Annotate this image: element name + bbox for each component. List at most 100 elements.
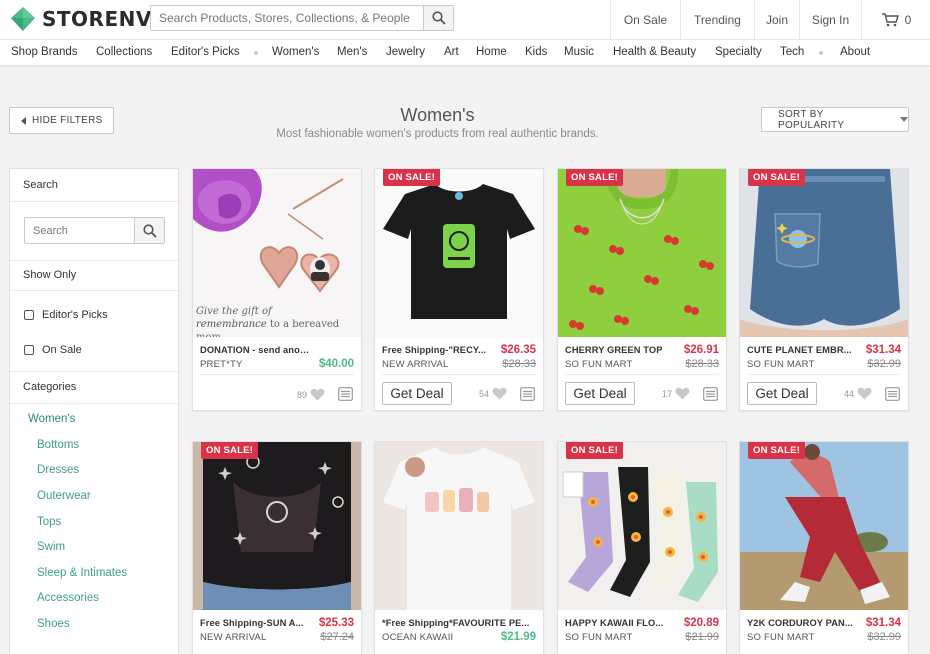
divider [10,260,178,261]
get-deal-button[interactable]: Get Deal [565,382,635,405]
product-shop[interactable]: NEW ARRIVAL [200,632,266,643]
category-nav: Shop Brands Collections Editor's Picks W… [0,40,930,66]
filter-on-sale[interactable]: On Sale [24,344,82,356]
product-name[interactable]: HAPPY KAWAII FLO... [565,618,677,628]
product-name[interactable]: CHERRY GREEN TOP [565,345,677,355]
product-card[interactable]: *Free Shipping*FAVOURITE PE... OCEAN KAW… [374,441,544,654]
site-search-button[interactable] [423,6,453,30]
product-image[interactable]: ON SALE! [740,169,908,337]
subcategory-shoes[interactable]: Shoes [37,618,70,630]
catnav-collections[interactable]: Collections [96,46,152,58]
product-shop[interactable]: SO FUN MART [747,359,814,370]
storenvy-logo[interactable]: STORENVY [10,6,167,32]
site-search-input[interactable] [151,6,423,30]
add-to-list-icon[interactable] [338,387,353,401]
get-deal-button[interactable]: Get Deal [382,382,452,405]
product-shop[interactable]: OCEAN KAWAII [382,632,453,643]
subcategory-bottoms[interactable]: Bottoms [37,439,79,451]
original-price: $28.33 [685,358,719,370]
product-price: $21.99 [500,631,536,643]
product-image[interactable]: ON SALE! [193,442,361,610]
subcategory-sleep-intimates[interactable]: Sleep & Intimates [37,567,127,579]
product-card[interactable]: ON SALE! CUTE PLANET EMBR... $31.34 SO F… [739,168,909,411]
product-image[interactable]: ON SALE! [558,442,726,610]
catnav-editors-picks[interactable]: Editor's Picks [171,46,240,58]
nav-trending[interactable]: Trending [680,0,754,39]
product-shop[interactable]: SO FUN MART [565,632,632,643]
checkbox[interactable] [24,345,34,355]
catnav-shop-brands[interactable]: Shop Brands [11,46,78,58]
like-button[interactable]: 89 [297,388,325,401]
product-card[interactable]: Give the gift of remembrance to a bereav… [192,168,362,411]
product-image[interactable]: ON SALE! [740,442,908,610]
product-card[interactable]: ON SALE! HAPPY KAWAII FLO... $20.89 SO F… [557,441,727,654]
like-button[interactable]: 54 [479,387,507,400]
product-card[interactable]: ON SALE! CHERRY GREEN TOP $26.91 SO FUN … [557,168,727,411]
catnav-about[interactable]: About [840,46,870,58]
subcategory-outerwear[interactable]: Outerwear [37,490,91,502]
catnav-separator [819,51,823,55]
catnav-specialty[interactable]: Specialty [715,46,762,58]
original-price: $32.99 [867,631,901,643]
like-button[interactable]: 44 [844,387,872,400]
top-nav: On Sale Trending Join Sign In 0 [610,0,930,39]
catnav-art[interactable]: Art [444,46,459,58]
get-deal-button[interactable]: Get Deal [747,382,817,405]
product-shop[interactable]: NEW ARRIVAL [382,359,448,370]
product-name[interactable]: *Free Shipping*FAVOURITE PE... [382,618,532,628]
product-card[interactable]: ON SALE! Free Shipping-"RECY... $26.35 N… [374,168,544,411]
product-card[interactable]: ON SALE! Free Shipping-SUN A... $25.33 N… [192,441,362,654]
product-image[interactable]: ON SALE! [375,169,543,337]
add-to-list-icon[interactable] [520,387,535,401]
product-image[interactable]: Give the gift of remembrance to a bereav… [193,169,361,337]
nav-join[interactable]: Join [754,0,799,39]
product-name[interactable]: Y2K CORDUROY PAN... [747,618,859,628]
mesh-top-image [193,442,361,610]
product-image[interactable]: ON SALE! [558,169,726,337]
cart-button[interactable]: 0 [861,0,930,39]
product-shop[interactable]: SO FUN MART [565,359,632,370]
filter-editors-picks[interactable]: Editor's Picks [24,309,108,321]
catnav-jewelry[interactable]: Jewelry [386,46,425,58]
sidebar-search-button[interactable] [134,218,164,243]
category-womens[interactable]: Women's [28,413,75,425]
catnav-home[interactable]: Home [476,46,507,58]
subcategory-accessories[interactable]: Accessories [37,592,99,604]
product-image[interactable] [375,442,543,610]
subcategory-tops[interactable]: Tops [37,516,61,528]
product-name[interactable]: CUTE PLANET EMBR... [747,345,859,355]
catnav-tech[interactable]: Tech [780,46,804,58]
catnav-health-beauty[interactable]: Health & Beauty [613,46,696,58]
sidebar-search-heading: Search [23,179,58,191]
like-count: 54 [478,388,489,399]
like-button[interactable]: 17 [662,387,690,400]
nav-sign-in[interactable]: Sign In [799,0,861,39]
divider [10,371,178,372]
product-shop[interactable]: SO FUN MART [747,632,814,643]
image-caption: Give the gift of remembrance to a bereav… [196,305,361,337]
catnav-music[interactable]: Music [564,46,594,58]
catnav-kids[interactable]: Kids [525,46,547,58]
product-name[interactable]: Free Shipping-SUN A... [200,618,312,628]
nav-on-sale[interactable]: On Sale [610,0,680,39]
sale-badge: ON SALE! [383,169,440,186]
catnav-womens[interactable]: Women's [272,46,319,58]
divider [10,403,178,404]
product-name[interactable]: DONATION - send anonymous ... [200,345,312,355]
divider [200,374,354,375]
add-to-list-icon[interactable] [703,387,718,401]
product-shop[interactable]: PRET*TY [200,359,243,370]
sidebar-search-input[interactable] [25,218,135,243]
add-to-list-icon[interactable] [885,387,900,401]
flower-socks-image [558,442,726,610]
product-name[interactable]: Free Shipping-"RECY... [382,345,494,355]
sort-dropdown[interactable]: SORT BY POPULARITY [761,107,909,132]
checkbox[interactable] [24,310,34,320]
image-caption-line: remembrance [196,319,267,330]
catnav-mens[interactable]: Men's [337,46,367,58]
product-card[interactable]: ON SALE! Y2K CORDUROY PAN... $31.34 SO F… [739,441,909,654]
subcategory-dresses[interactable]: Dresses [37,464,79,476]
product-price: $31.34 [865,344,901,356]
original-price: $32.99 [867,358,901,370]
subcategory-swim[interactable]: Swim [37,541,65,553]
